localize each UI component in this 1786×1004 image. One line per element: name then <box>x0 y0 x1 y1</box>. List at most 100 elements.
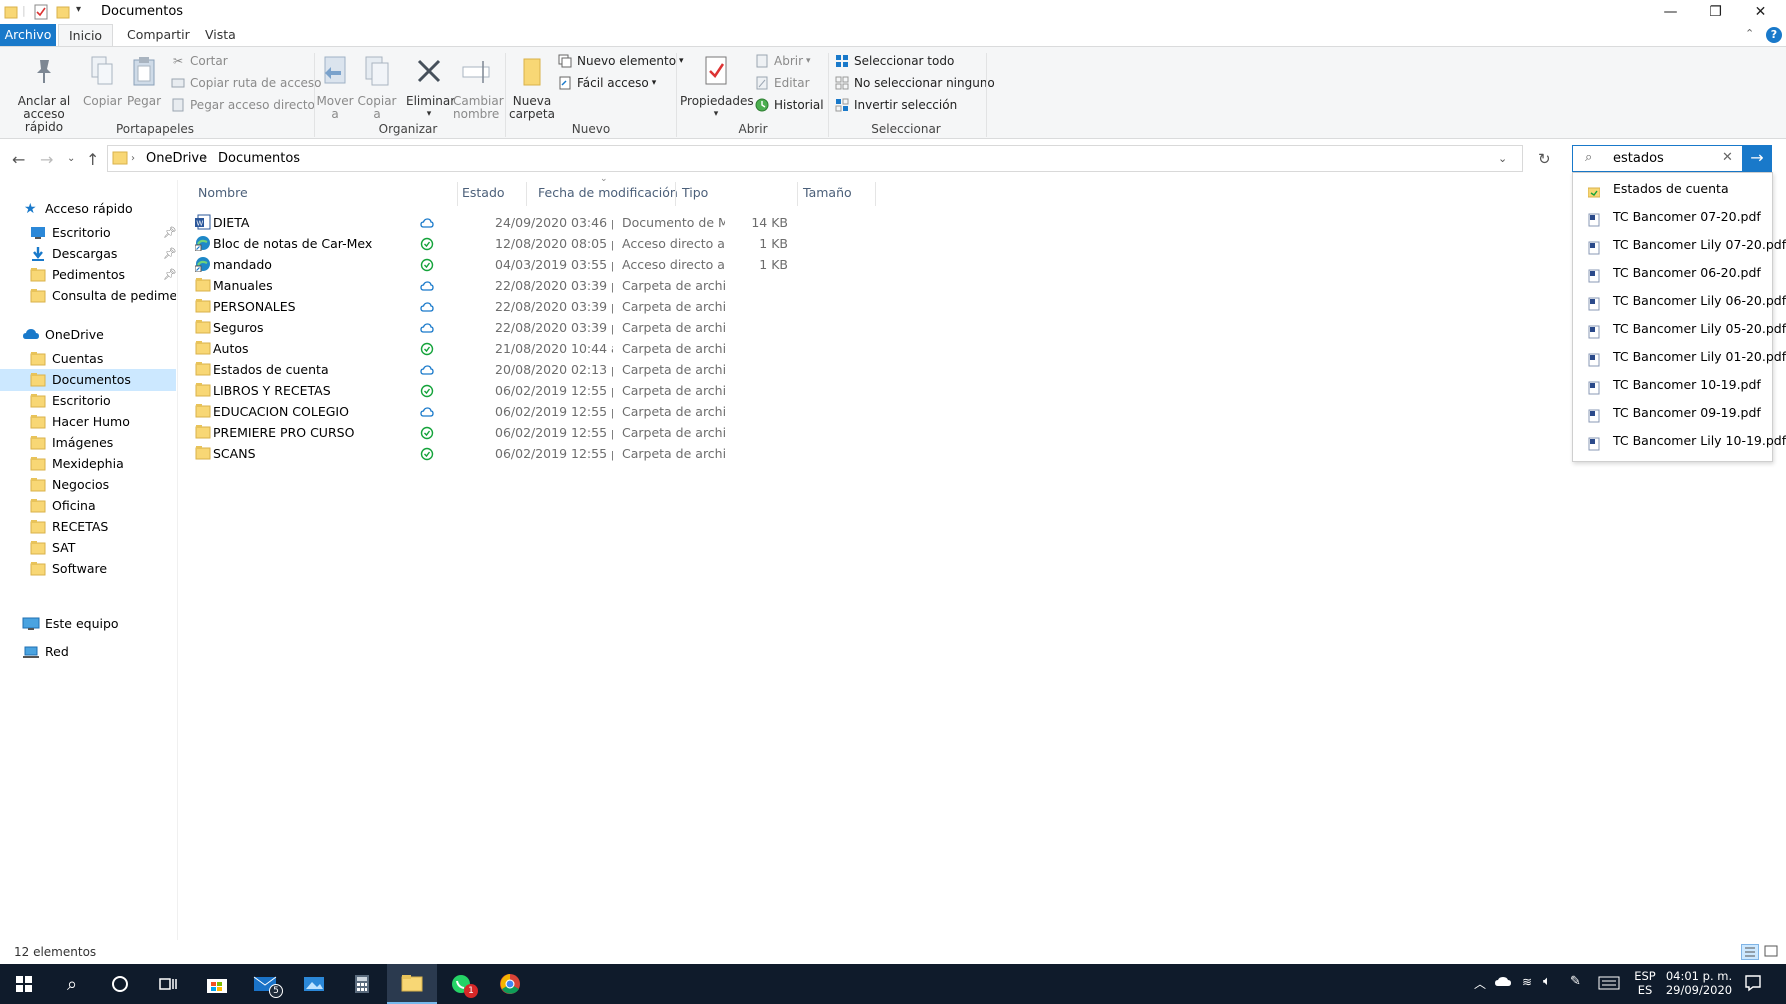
column-header-type[interactable]: Tipo <box>682 185 708 200</box>
properties-icon[interactable] <box>34 4 48 20</box>
nav-network[interactable]: Red <box>0 641 176 663</box>
column-separator[interactable] <box>457 182 458 206</box>
column-header-name[interactable]: Nombre <box>198 185 248 200</box>
search-go-arrow-icon[interactable]: → <box>1742 145 1772 172</box>
file-row[interactable]: PREMIERE PRO CURSO 06/02/2019 12:55 p. m.… <box>195 422 875 443</box>
customize-qat-icon[interactable]: ▾ <box>76 4 81 20</box>
search-suggestion[interactable]: TC Bancomer Lily 05-20.pdf <box>1573 315 1786 343</box>
cortana-icon[interactable] <box>96 964 144 1004</box>
column-separator[interactable] <box>675 182 676 206</box>
search-suggestion[interactable]: TC Bancomer 10-19.pdf <box>1573 371 1773 399</box>
calculator-icon[interactable] <box>338 964 386 1004</box>
file-row[interactable]: EDUCACION COLEGIO 06/02/2019 12:55 p. m. C… <box>195 401 875 422</box>
copy-path-button[interactable]: Copiar ruta de acceso <box>170 73 322 93</box>
collapse-ribbon-icon[interactable]: ⌃ <box>1745 27 1754 40</box>
onedrive-item[interactable]: Cuentas <box>0 348 176 370</box>
cut-button[interactable]: ✂ Cortar <box>170 51 228 71</box>
rename-button[interactable]: Cambiar nombre <box>453 53 504 121</box>
search-suggestion[interactable]: TC Bancomer 06-20.pdf <box>1573 259 1773 287</box>
tab-share[interactable]: Compartir <box>117 24 200 46</box>
pen-workspace-icon[interactable]: ✎ <box>1570 974 1581 989</box>
column-separator[interactable] <box>875 182 876 206</box>
new-folder-icon[interactable] <box>56 4 70 20</box>
back-arrow-icon[interactable]: ← <box>12 150 25 169</box>
onedrive-item[interactable]: Hacer Humo <box>0 411 176 433</box>
invert-selection-button[interactable]: Invertir selección <box>834 95 957 115</box>
open-button[interactable]: Abrir ▾ <box>754 51 811 71</box>
search-suggestion[interactable]: TC Bancomer 09-19.pdf <box>1573 399 1773 427</box>
forward-arrow-icon[interactable]: → <box>40 150 53 169</box>
search-suggestion[interactable]: TC Bancomer Lily 01-20.pdf <box>1573 343 1786 371</box>
clock[interactable]: 04:01 p. m. 29/09/2020 <box>1662 969 1736 997</box>
new-item-button[interactable]: Nuevo elemento ▾ <box>557 51 684 71</box>
history-button[interactable]: Historial <box>754 95 824 115</box>
quick-access-item[interactable]: Consulta de pedimento <box>0 285 176 307</box>
search-suggestion[interactable]: TC Bancomer Lily 07-20.pdf <box>1573 231 1786 259</box>
onedrive-item[interactable]: Oficina <box>0 495 176 517</box>
select-all-button[interactable]: Seleccionar todo <box>834 51 954 71</box>
large-icons-view-icon[interactable] <box>1763 944 1781 960</box>
notifications-icon[interactable] <box>1744 974 1762 995</box>
onedrive-item[interactable]: SAT <box>0 537 176 559</box>
onedrive-item[interactable]: Negocios <box>0 474 176 496</box>
pin-quick-access-button[interactable]: Anclar al acceso rápido <box>4 53 84 134</box>
paste-button[interactable]: Pegar <box>125 53 163 108</box>
search-suggestion[interactable]: TC Bancomer Lily 10-19.pdf <box>1573 427 1786 455</box>
maximize-button[interactable]: ❐ <box>1693 0 1738 24</box>
chrome-icon[interactable] <box>486 964 534 1004</box>
file-row[interactable]: mandado 04/03/2019 03:55 p. m. Acceso dire… <box>195 254 875 275</box>
mail-icon[interactable]: 5 <box>241 964 289 1004</box>
language-indicator[interactable]: ESP ES <box>1633 969 1657 997</box>
refresh-icon[interactable]: ↻ <box>1538 150 1551 168</box>
breadcrumb-chevron-icon[interactable]: › <box>294 153 298 164</box>
breadcrumb-documentos[interactable]: Documentos <box>218 151 300 166</box>
breadcrumb-chevron-icon[interactable]: › <box>131 153 135 164</box>
breadcrumb-chevron-icon[interactable]: › <box>203 153 207 164</box>
onedrive-item[interactable]: Documentos <box>0 369 176 391</box>
delete-dropdown-icon[interactable]: ▾ <box>406 108 452 121</box>
file-row[interactable]: SCANS 06/02/2019 12:55 p. m. Carpeta de ar… <box>195 443 875 464</box>
onedrive-item[interactable]: Software <box>0 558 176 580</box>
file-explorer-icon[interactable] <box>387 964 437 1004</box>
file-row[interactable]: LIBROS Y RECETAS 06/02/2019 12:55 p. m. Ca… <box>195 380 875 401</box>
quick-access-item[interactable]: Descargas 📌︎ <box>0 243 176 265</box>
pinned-icon[interactable]: 📌︎ <box>163 264 176 286</box>
column-separator[interactable] <box>797 182 798 206</box>
minimize-button[interactable]: — <box>1648 0 1693 24</box>
recent-locations-icon[interactable]: ⌄ <box>67 153 75 164</box>
photos-icon[interactable] <box>290 964 338 1004</box>
onedrive-item[interactable]: Mexidephia <box>0 453 176 475</box>
select-none-button[interactable]: No seleccionar ninguno <box>834 73 995 93</box>
taskbar-search-icon[interactable]: ⌕ <box>48 964 96 1004</box>
nav-quick-access[interactable]: ★ Acceso rápido <box>0 198 176 220</box>
tab-home[interactable]: Inicio <box>58 24 114 47</box>
file-row[interactable]: Estados de cuenta 20/08/2020 02:13 p. m. C… <box>195 359 875 380</box>
clear-search-icon[interactable]: ✕ <box>1722 150 1733 165</box>
file-row[interactable]: W DIETA 24/09/2020 03:46 p. m. Documento de… <box>195 212 875 233</box>
microsoft-store-icon[interactable] <box>193 964 241 1004</box>
paste-shortcut-button[interactable]: Pegar acceso directo <box>170 95 315 115</box>
address-bar[interactable]: › OneDrive › Documentos › ⌄ <box>107 145 1523 172</box>
new-folder-button[interactable]: Nueva carpeta <box>508 53 556 121</box>
search-suggestion[interactable]: TC Bancomer 07-20.pdf <box>1573 203 1773 231</box>
copy-to-button[interactable]: Copiar a <box>357 53 397 121</box>
column-header-size[interactable]: Tamaño <box>803 185 852 200</box>
edit-button[interactable]: Editar <box>754 73 810 93</box>
properties-dropdown-icon[interactable]: ▾ <box>680 108 752 121</box>
volume-icon[interactable]: 🔈︎ <box>1543 974 1551 989</box>
whatsapp-icon[interactable]: 1 <box>437 964 485 1004</box>
copy-button[interactable]: Copiar <box>83 53 122 108</box>
easy-access-button[interactable]: Fácil acceso ▾ <box>557 73 656 93</box>
onedrive-item[interactable]: Imágenes <box>0 432 176 454</box>
file-row[interactable]: Manuales 22/08/2020 03:39 p. m. Carpeta de… <box>195 275 875 296</box>
wifi-icon[interactable]: ≋ <box>1522 975 1532 989</box>
file-row[interactable]: Autos 21/08/2020 10:44 a. m. Carpeta de ar… <box>195 338 875 359</box>
column-header-date[interactable]: Fecha de modificación <box>538 185 678 200</box>
nav-this-pc[interactable]: Este equipo <box>0 613 176 635</box>
tab-view[interactable]: Vista <box>195 24 246 46</box>
up-arrow-icon[interactable]: ↑ <box>86 150 99 169</box>
quick-access-item[interactable]: Pedimentos 📌︎ <box>0 264 176 286</box>
column-separator[interactable] <box>526 182 527 206</box>
address-dropdown-icon[interactable]: ⌄ <box>1498 152 1507 165</box>
breadcrumb-onedrive[interactable]: OneDrive <box>146 151 207 166</box>
